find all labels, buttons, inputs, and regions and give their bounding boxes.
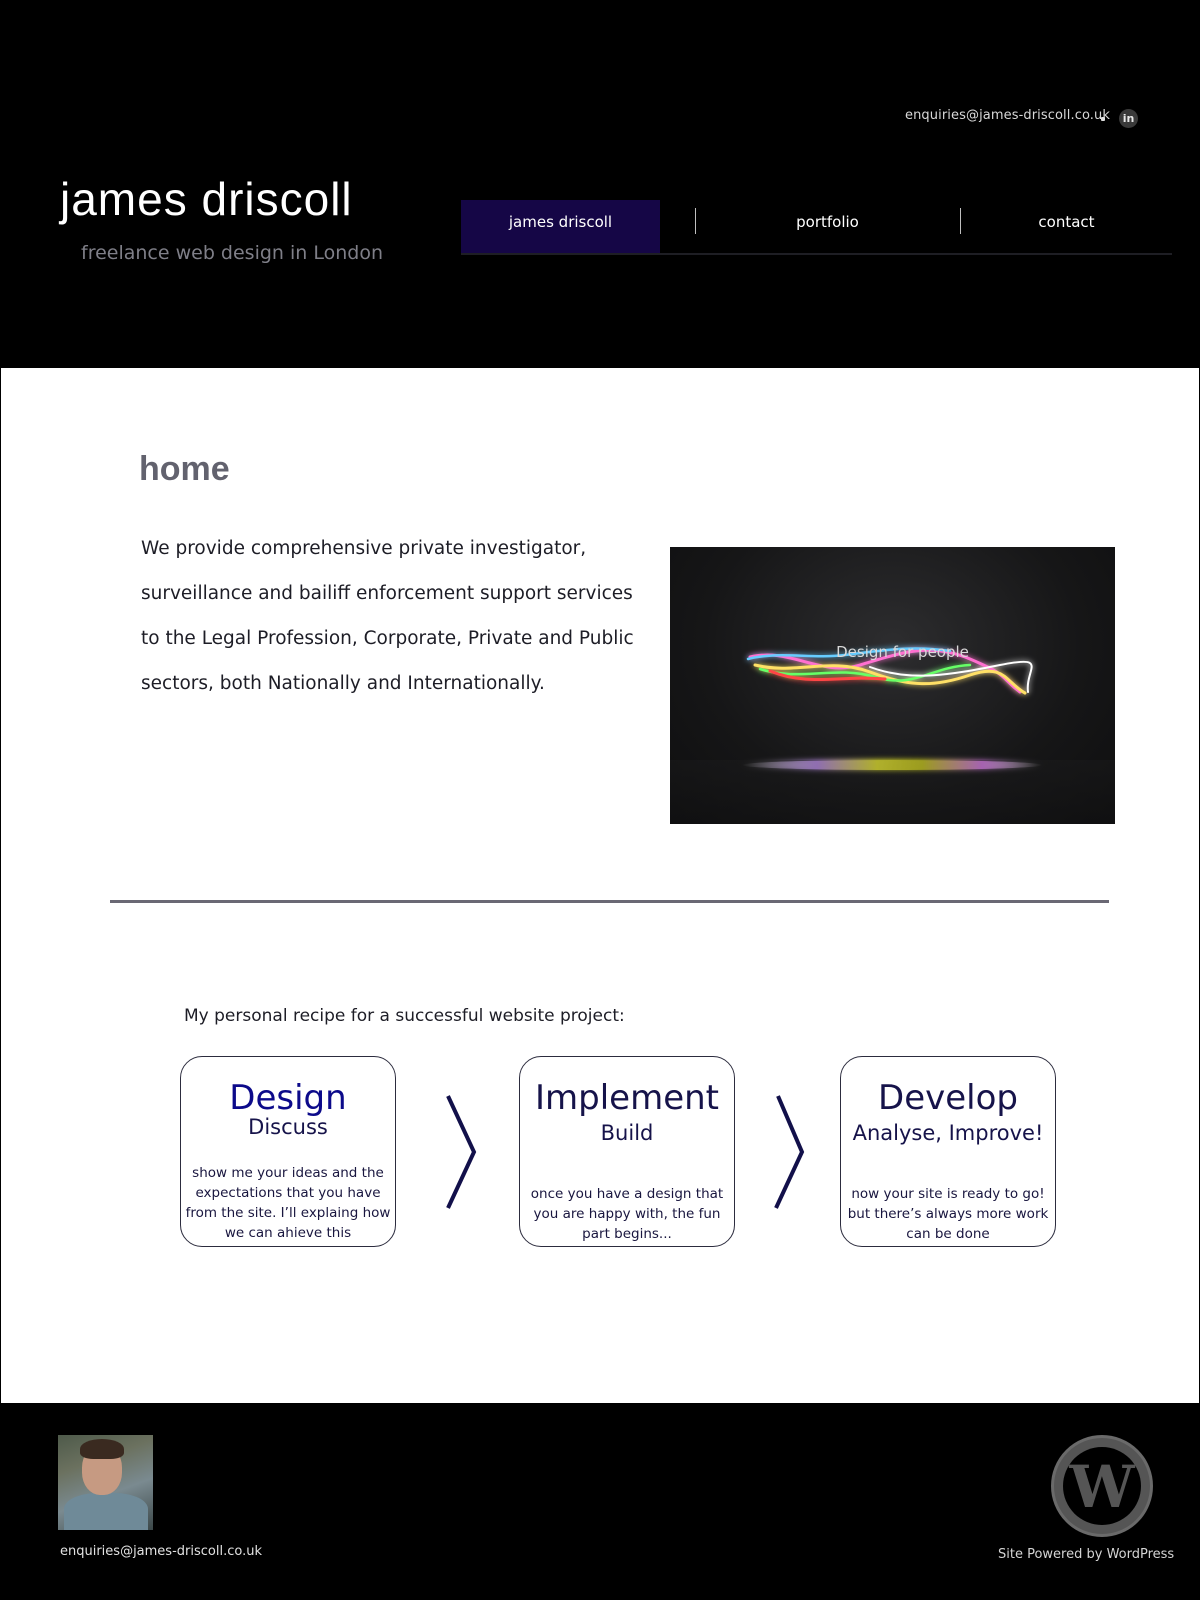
step-subheading: Analyse, Improve! [852, 1121, 1044, 1145]
footer-email-link[interactable]: enquiries@james-driscoll.co.uk [60, 1544, 262, 1559]
chevron-right-icon [774, 1095, 805, 1209]
chevron-right-icon [446, 1095, 477, 1209]
linkedin-icon[interactable]: in [1119, 109, 1138, 128]
section-divider [110, 900, 1109, 903]
step-subheading: Discuss [248, 1115, 328, 1139]
nav-item-contact[interactable]: contact [961, 200, 1172, 253]
wordpress-letter: W [1069, 1453, 1135, 1521]
avatar-hair [80, 1439, 124, 1459]
intro-text: We provide comprehensive private investi… [141, 538, 634, 694]
page-title: home [139, 450, 230, 488]
nav-item-portfolio[interactable]: portfolio [696, 200, 959, 253]
separator-dot [1101, 117, 1105, 121]
nav-item-home[interactable]: james driscoll [461, 200, 660, 253]
hero-caption: Design for people [836, 643, 969, 661]
step-heading: Develop [878, 1078, 1018, 1118]
step-description: now your site is ready to go! but there’… [847, 1186, 1049, 1242]
avatar [58, 1435, 153, 1530]
site-tagline: freelance web design in London [81, 242, 384, 264]
main-nav: james driscoll portfolio contact [461, 200, 1172, 255]
header-email-link[interactable]: enquiries@james-driscoll.co.uk [905, 108, 1110, 123]
wordpress-logo-icon[interactable]: W [1051, 1435, 1153, 1537]
site-footer: enquiries@james-driscoll.co.uk W [0, 1403, 1200, 1600]
hero-image: Design for people [670, 547, 1115, 824]
powered-by-link[interactable]: Site Powered by WordPress [998, 1547, 1174, 1562]
site-title[interactable]: james driscoll [60, 172, 353, 226]
wordpress-logo-inner: W [1063, 1447, 1141, 1525]
step-heading: Design [229, 1078, 347, 1118]
step-card-develop: Develop Analyse, Improve! now your site … [840, 1056, 1056, 1247]
step-card-implement: Implement Build once you have a design t… [519, 1056, 735, 1247]
step-description: show me your ideas and the expectations … [185, 1165, 391, 1241]
step-subheading: Build [600, 1121, 654, 1145]
avatar-shirt [64, 1493, 148, 1530]
hero-floor [670, 760, 1115, 824]
recipe-title: My personal recipe for a successful webs… [184, 1006, 625, 1026]
step-card-design: Design Discuss show me your ideas and th… [180, 1056, 396, 1247]
site-header: enquiries@james-driscoll.co.uk in james … [0, 0, 1200, 368]
step-heading: Implement [534, 1078, 719, 1118]
main-content: home We provide comprehensive private in… [1, 368, 1199, 1403]
step-description: once you have a design that you are happ… [530, 1186, 724, 1242]
